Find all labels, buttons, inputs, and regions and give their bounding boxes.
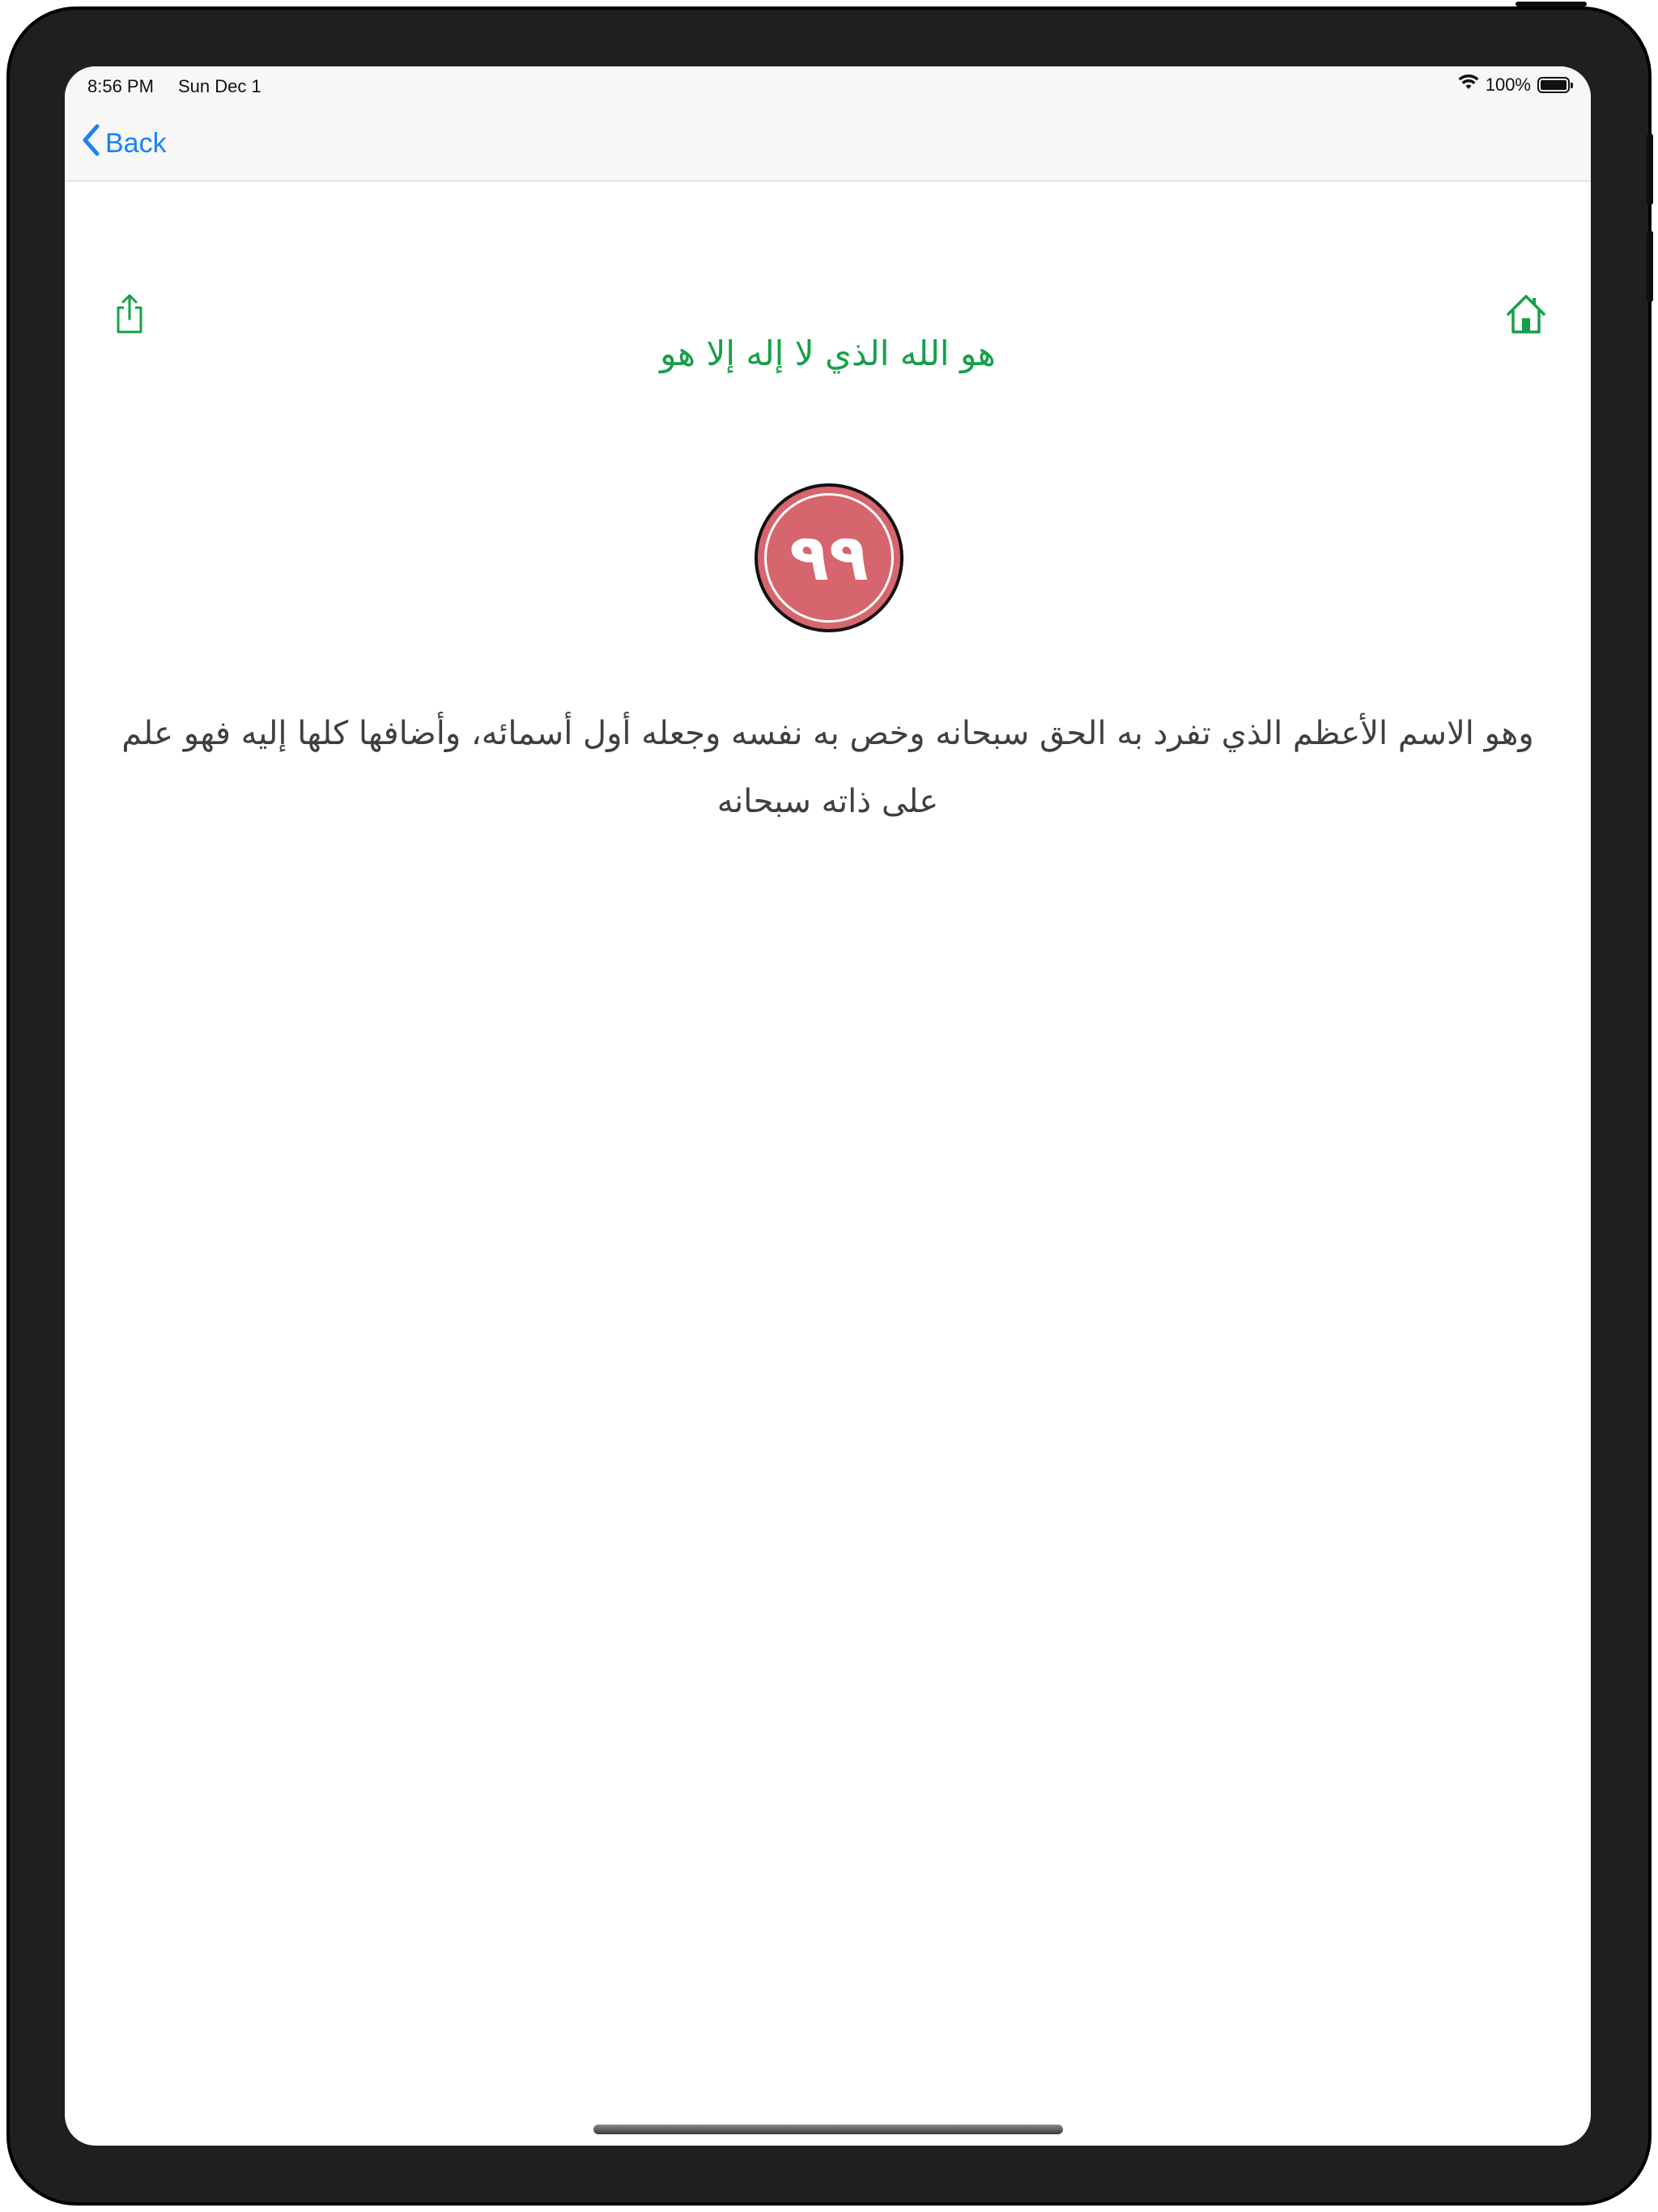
battery-icon xyxy=(1537,77,1573,93)
content-area: هو الله الذي لا إله إلا هو ٩٩ وهو الاسم … xyxy=(65,181,1591,2146)
battery-cap xyxy=(1571,83,1573,88)
status-time: 8:56 PM xyxy=(87,76,154,96)
home-button[interactable] xyxy=(1503,291,1549,337)
name-number-badge: ٩٩ xyxy=(755,483,903,632)
battery-percent: 100% xyxy=(1485,74,1531,95)
wifi-icon xyxy=(1458,74,1479,96)
home-indicator[interactable] xyxy=(593,2125,1063,2134)
device: 8:56 PM Sun Dec 1 100% Back هو الله الذي… xyxy=(0,0,1658,2212)
status-date: Sun Dec 1 xyxy=(178,76,261,96)
back-label: Back xyxy=(105,128,167,159)
badge-number: ٩٩ xyxy=(764,493,894,623)
status-bar: 8:56 PM Sun Dec 1 100% xyxy=(65,66,1591,107)
name-description: وهو الاسم الأعظم الذي تفرد به الحق سبحان… xyxy=(121,715,1534,820)
top-button xyxy=(1516,2,1587,6)
volume-up-button xyxy=(1647,134,1653,205)
back-button[interactable]: Back xyxy=(81,123,167,164)
screen: 8:56 PM Sun Dec 1 100% Back هو الله الذي… xyxy=(65,66,1591,2146)
chevron-left-icon xyxy=(81,123,100,164)
status-indicators: 100% xyxy=(1458,74,1573,96)
navigation-bar: Back xyxy=(65,107,1591,181)
share-button[interactable] xyxy=(107,291,152,337)
volume-down-button xyxy=(1647,231,1653,302)
name-heading: هو الله الذي لا إله إلا هو xyxy=(660,334,996,373)
battery-level xyxy=(1541,80,1567,90)
